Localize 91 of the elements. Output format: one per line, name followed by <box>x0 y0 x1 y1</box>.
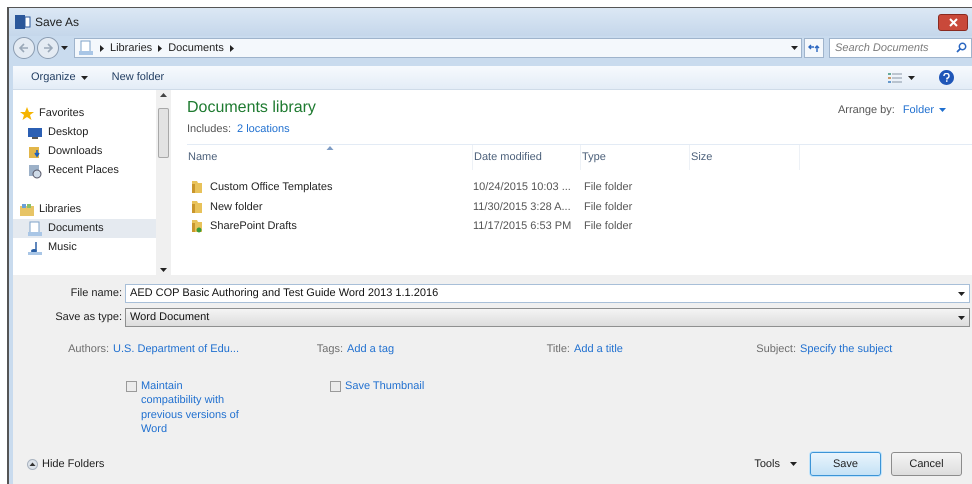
back-button[interactable] <box>13 37 35 59</box>
caret-icon <box>958 292 965 296</box>
collapse-icon <box>27 458 38 470</box>
sidebar-group-header[interactable]: Libraries <box>13 200 156 219</box>
address-caret-icon <box>791 46 798 50</box>
file-name-cell[interactable]: Custom Office Templates <box>210 179 332 196</box>
search-field[interactable]: Search Documents <box>829 38 972 58</box>
sidebar-item[interactable]: Music <box>13 238 156 257</box>
column-header[interactable]: Type <box>581 144 690 170</box>
library-title: Documents library <box>187 98 316 118</box>
file-name-cell[interactable]: SharePoint Drafts <box>210 218 297 234</box>
close-icon <box>948 18 958 26</box>
metadata-label: Title: <box>546 342 570 357</box>
sort-arrow-icon <box>326 146 333 150</box>
caret-icon <box>908 76 915 80</box>
arrange-by-label: Arrange by: <box>838 103 895 118</box>
history-caret-icon <box>61 46 68 50</box>
cancel-button[interactable]: Cancel <box>891 452 962 476</box>
scroll-thumb[interactable] <box>158 108 169 158</box>
type-cell: File folder <box>584 181 632 193</box>
help-button[interactable] <box>939 70 954 85</box>
tools-menu-button[interactable]: Tools <box>754 456 797 472</box>
locations-link[interactable]: 2 locations <box>237 121 290 138</box>
checkbox-label[interactable]: Save Thumbnail <box>345 378 424 393</box>
metadata-link[interactable]: U.S. Department of Edu... <box>113 341 239 358</box>
folder-icon <box>191 180 203 194</box>
window-title: Save As <box>35 14 80 31</box>
breadcrumb-arrow-icon <box>230 44 234 52</box>
file-name-field[interactable]: AED COP Basic Authoring and Test Guide Word 2013 1.1.2016 <box>125 284 970 303</box>
organize-menu-button[interactable]: Organize <box>31 69 88 86</box>
breadcrumb-item[interactable]: Libraries <box>110 40 152 56</box>
sidebar-scrollbar[interactable] <box>156 90 171 275</box>
save-as-type-label: Save as type: <box>54 310 123 326</box>
date-cell: 11/17/2015 6:53 PM <box>473 220 572 232</box>
type-cell: File folder <box>584 200 632 212</box>
hide-folders-button[interactable]: Hide Folders <box>27 456 104 472</box>
toolbar-button[interactable]: New folder <box>112 69 164 86</box>
checkbox[interactable] <box>330 380 341 392</box>
address-bar[interactable]: Libraries Documents <box>74 38 802 58</box>
includes-label: Includes: <box>187 122 232 137</box>
sidebar-item[interactable]: Documents <box>13 219 156 238</box>
help-icon <box>943 73 950 82</box>
details-view-icon <box>888 72 902 84</box>
breadcrumb-arrow-icon <box>158 44 162 52</box>
arrange-by-dropdown[interactable]: Folder <box>902 102 946 118</box>
document-library-icon <box>78 40 94 56</box>
date-cell: 11/30/2015 3:28 A... <box>473 200 571 212</box>
star-icon <box>19 106 35 122</box>
save-as-type-dropdown[interactable]: Word Document <box>125 308 970 327</box>
caret-icon <box>80 76 88 80</box>
forward-button[interactable] <box>37 37 59 59</box>
library-icon <box>19 202 35 218</box>
scroll-up-icon <box>160 93 167 97</box>
sidebar-item[interactable]: Desktop <box>13 123 156 142</box>
word-logo-icon <box>15 15 31 29</box>
metadata-link[interactable]: Add a title <box>574 341 623 358</box>
sidebar-item[interactable]: Downloads <box>13 142 156 161</box>
metadata-link[interactable]: Specify the subject <box>800 341 892 358</box>
shared-folder-icon <box>191 219 203 234</box>
close-button[interactable] <box>938 14 968 30</box>
sidebar-item[interactable]: Recent Places <box>13 161 156 180</box>
metadata-link[interactable]: Add a tag <box>347 341 394 358</box>
refresh-button[interactable] <box>804 38 824 58</box>
document-library-icon <box>27 220 43 236</box>
view-options-button[interactable] <box>888 72 915 84</box>
back-arrow-icon <box>19 43 29 53</box>
metadata-label: Subject: <box>755 342 796 357</box>
save-button[interactable]: Save <box>810 452 881 476</box>
sidebar-group-header[interactable]: Favorites <box>13 104 156 123</box>
column-header[interactable]: Name <box>187 144 473 170</box>
breadcrumb-arrow-icon <box>100 44 104 52</box>
checkbox-label[interactable]: Maintain compatibility with previous versions of Word <box>141 378 241 436</box>
caret-icon <box>939 108 946 112</box>
metadata-label: Authors: <box>67 342 110 357</box>
type-cell: File folder <box>584 220 632 232</box>
file-name-label: File name: <box>70 286 123 302</box>
folder-icon <box>191 200 203 214</box>
music-note-icon <box>27 240 43 256</box>
caret-icon <box>958 316 965 320</box>
forward-arrow-icon <box>43 43 53 53</box>
column-header[interactable]: Date modified <box>473 144 581 170</box>
date-cell: 10/24/2015 10:03 ... <box>473 181 571 193</box>
caret-icon <box>790 462 797 466</box>
breadcrumb-item[interactable]: Documents <box>168 40 224 56</box>
column-header[interactable]: Size <box>690 144 800 170</box>
file-name-cell[interactable]: New folder <box>210 198 263 215</box>
refresh-arrows-icon <box>808 43 820 53</box>
search-icon <box>956 42 967 53</box>
recent-places-icon <box>27 162 43 178</box>
checkbox[interactable] <box>126 380 137 392</box>
scroll-down-icon <box>160 268 167 272</box>
